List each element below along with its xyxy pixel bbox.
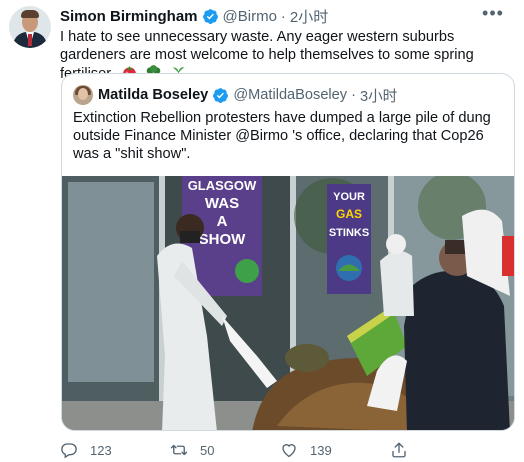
- verified-badge-icon: [202, 8, 218, 24]
- reply-button[interactable]: 123: [60, 440, 112, 460]
- sign-left-line-3: A: [217, 213, 228, 230]
- quoted-tweet-timestamp[interactable]: 3小时: [360, 85, 397, 106]
- separator-dot: ·: [351, 87, 356, 103]
- more-options-icon[interactable]: •••: [480, 4, 506, 24]
- sign-left-line-1: GLASGOW: [188, 178, 257, 193]
- quoted-tweet-text: Extinction Rebellion protesters have dum…: [73, 110, 491, 162]
- tweet: Simon Birmingham @Birmo · 2小时 ••• I hate…: [0, 0, 524, 462]
- verified-badge-icon: [213, 87, 229, 103]
- quoted-tweet-card[interactable]: Matilda Boseley @MatildaBoseley · 3小时 Ex…: [61, 73, 515, 431]
- tweet-timestamp[interactable]: 2小时: [290, 6, 328, 27]
- protest-photo-illustration: GLASGOW WAS A SHOW YOUR GAS STINKS: [62, 176, 514, 430]
- sign-right-line-2: GAS: [336, 207, 362, 221]
- like-count: 139: [310, 442, 332, 458]
- separator-dot: ·: [280, 7, 286, 25]
- quoted-author-avatar[interactable]: [73, 85, 93, 105]
- like-button[interactable]: 139: [280, 440, 332, 460]
- author-handle[interactable]: @Birmo: [223, 8, 277, 25]
- author-name[interactable]: Simon Birmingham: [60, 8, 198, 25]
- protest-photo[interactable]: GLASGOW WAS A SHOW YOUR GAS STINKS: [62, 176, 514, 430]
- share-button[interactable]: [390, 440, 420, 460]
- sign-right-line-3: STINKS: [329, 227, 369, 239]
- sign-left-line-4: SHOW: [199, 231, 247, 248]
- tweet-header: Simon Birmingham @Birmo · 2小时: [60, 6, 328, 27]
- quoted-author-handle[interactable]: @MatildaBoseley: [233, 87, 347, 103]
- retweet-icon: [170, 444, 188, 456]
- tweet-actions: 123 50 139: [60, 440, 500, 460]
- reply-count: 123: [90, 442, 112, 458]
- heart-icon: [282, 444, 296, 458]
- retweet-button[interactable]: 50: [170, 440, 214, 460]
- retweet-count: 50: [200, 442, 215, 458]
- sign-right-line-1: YOUR: [333, 191, 365, 203]
- author-avatar[interactable]: [9, 6, 51, 48]
- sign-left-line-2: WAS: [205, 195, 239, 212]
- share-icon: [392, 442, 406, 458]
- quoted-author-name[interactable]: Matilda Boseley: [98, 87, 208, 103]
- quoted-tweet-header: Matilda Boseley @MatildaBoseley · 3小时: [98, 85, 397, 106]
- reply-icon: [61, 443, 77, 459]
